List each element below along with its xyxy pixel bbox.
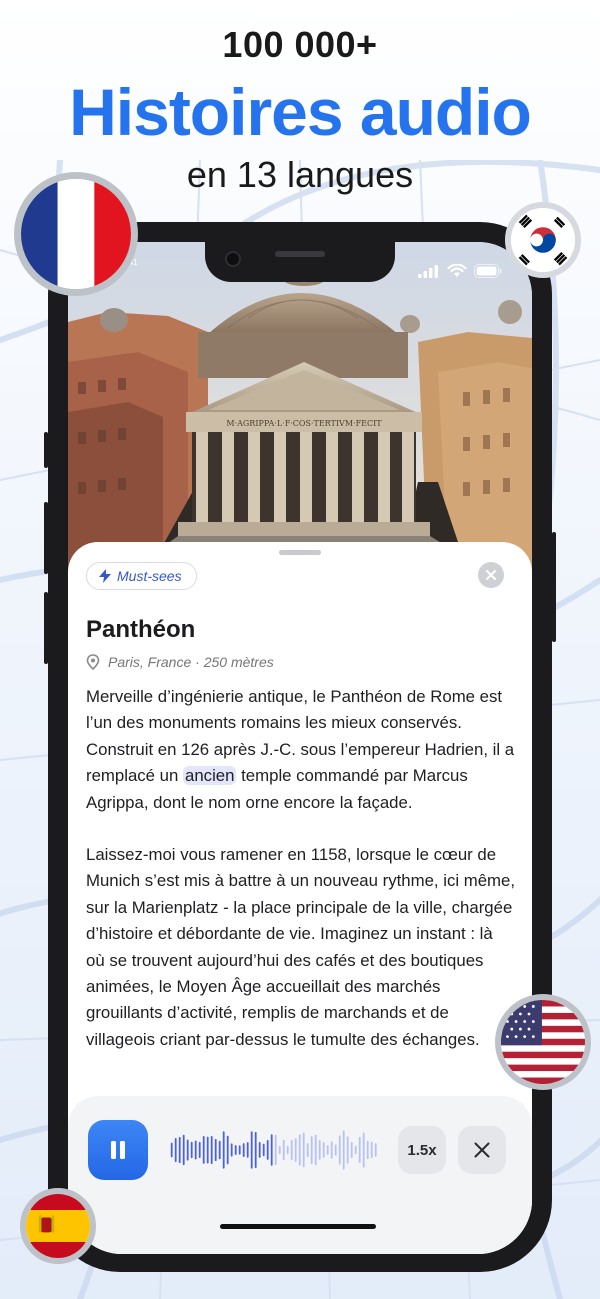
wifi-icon [447, 264, 467, 277]
phone-frame: M·AGRIPPA·L·F·COS·TERTIVM·FECIT 9:41 [44, 222, 556, 1272]
status-icons [418, 264, 502, 278]
current-word-highlight: ancien [183, 766, 237, 786]
story-text: Merveille d’ingénierie antique, le Panth… [86, 684, 516, 1079]
headline-count: 100 000+ [222, 24, 378, 65]
story-paragraph-2: Laissez-moi vous ramener en 1158, lorsqu… [86, 845, 516, 1049]
pantheon-photo: M·AGRIPPA·L·F·COS·TERTIVM·FECIT [68, 242, 532, 572]
headline-title: Histoires audio [69, 75, 532, 149]
pause-button[interactable] [88, 1120, 148, 1180]
flag-south-korea-icon [505, 202, 581, 278]
flag-france-icon [14, 172, 138, 296]
phone-power-button [552, 532, 556, 642]
lightning-icon [99, 569, 111, 583]
home-indicator [220, 1224, 376, 1229]
place-title: Panthéon [86, 616, 196, 643]
phone-volume-up [44, 502, 48, 574]
pause-icon [111, 1141, 125, 1159]
close-player-button[interactable] [458, 1126, 506, 1174]
playback-speed-button[interactable]: 1.5x [398, 1126, 446, 1174]
sheet-grabber[interactable] [279, 550, 321, 555]
category-tag-label: Must-sees [117, 568, 182, 584]
battery-icon [474, 264, 502, 278]
location-pin-icon [86, 654, 100, 670]
place-location-text: Paris, France · 250 mètres [108, 654, 274, 670]
earpiece-speaker [275, 251, 325, 257]
phone-screen: M·AGRIPPA·L·F·COS·TERTIVM·FECIT 9:41 [68, 242, 532, 1254]
close-sheet-button[interactable] [478, 562, 504, 588]
cellular-signal-icon [418, 264, 438, 278]
close-icon [474, 1142, 490, 1158]
category-tag[interactable]: Must-sees [86, 562, 197, 590]
close-icon [486, 570, 496, 580]
front-camera [225, 251, 241, 267]
facade-inscription: M·AGRIPPA·L·F·COS·TERTIVM·FECIT [226, 419, 382, 428]
flag-spain-icon [20, 1188, 96, 1264]
audio-waveform[interactable] [170, 1126, 378, 1174]
audio-player: 1.5x [68, 1096, 532, 1254]
phone-volume-down [44, 592, 48, 664]
phone-mute-switch [44, 432, 48, 468]
story-paragraph-1: Merveille d’ingénierie antique, le Panth… [86, 687, 515, 812]
notch [205, 242, 395, 282]
place-location: Paris, France · 250 mètres [86, 654, 274, 670]
flag-usa-icon [495, 994, 591, 1090]
